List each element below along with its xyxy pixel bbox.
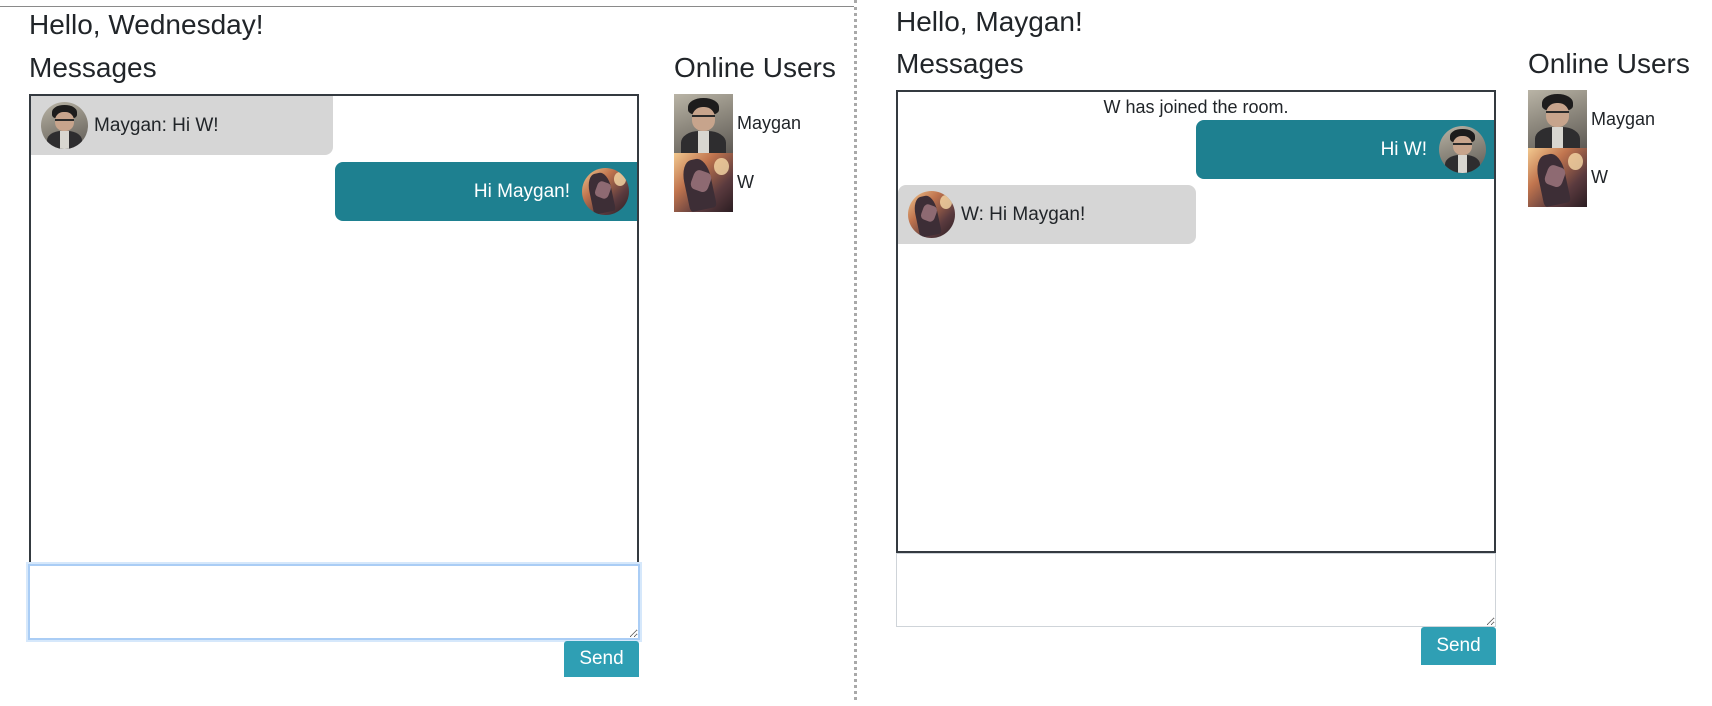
screenshot-stage: Hello, Wednesday! Messages Online Users … <box>0 0 1712 706</box>
greeting-title: Hello, Maygan! <box>896 6 1083 37</box>
message-panel[interactable]: Maygan: Hi W! Hi Maygan! <box>29 94 639 564</box>
messages-title: Messages <box>896 48 1024 79</box>
online-user-name: Maygan <box>1591 109 1656 129</box>
online-users-title: Online Users <box>674 52 836 83</box>
online-user-item: Maygan <box>674 94 801 153</box>
message-text: Hi Maygan! <box>473 180 570 202</box>
online-user-name: W <box>737 172 754 192</box>
message-text: Hi W! <box>1380 138 1427 160</box>
message-input[interactable] <box>896 553 1496 627</box>
message-bubble-outgoing: Hi Maygan! <box>335 162 637 221</box>
system-note: W has joined the room. <box>1103 97 1289 117</box>
chat-window-left: Hello, Wednesday! Messages Online Users … <box>0 0 854 706</box>
send-button[interactable]: Send <box>1421 627 1496 665</box>
message-bubble-outgoing: Hi W! <box>1196 120 1494 179</box>
message-panel[interactable]: W has joined the room. Hi W! W: Hi Mayga… <box>896 90 1496 553</box>
w-avatar <box>1528 148 1587 207</box>
message-list: Maygan: Hi W! Hi Maygan! <box>31 96 637 562</box>
maygan-avatar <box>1439 126 1486 173</box>
online-user-name: Maygan <box>737 113 802 133</box>
message-input[interactable] <box>28 564 640 640</box>
maygan-avatar <box>41 102 88 149</box>
w-avatar <box>674 153 733 212</box>
top-divider <box>0 6 854 7</box>
message-text: W: Hi Maygan! <box>961 203 1086 225</box>
online-user-name: W <box>1591 167 1608 187</box>
message-bubble-incoming: W: Hi Maygan! <box>898 185 1196 244</box>
w-avatar <box>582 168 629 215</box>
online-user-item: W <box>1528 148 1608 207</box>
messages-title: Messages <box>29 52 157 83</box>
chat-window-right: Hello, Maygan! Messages Online Users W h… <box>858 0 1712 706</box>
greeting-title: Hello, Wednesday! <box>29 9 264 40</box>
message-list: W has joined the room. Hi W! W: Hi Mayga… <box>898 92 1494 551</box>
online-user-item: W <box>674 153 754 212</box>
message-text: Maygan: Hi W! <box>94 114 219 136</box>
message-bubble-incoming: Maygan: Hi W! <box>31 96 333 155</box>
window-splitter <box>854 0 857 700</box>
online-user-item: Maygan <box>1528 90 1655 149</box>
maygan-avatar <box>1528 90 1587 149</box>
online-users-title: Online Users <box>1528 48 1690 79</box>
maygan-avatar <box>674 94 733 153</box>
w-avatar <box>908 191 955 238</box>
send-button[interactable]: Send <box>564 641 639 677</box>
